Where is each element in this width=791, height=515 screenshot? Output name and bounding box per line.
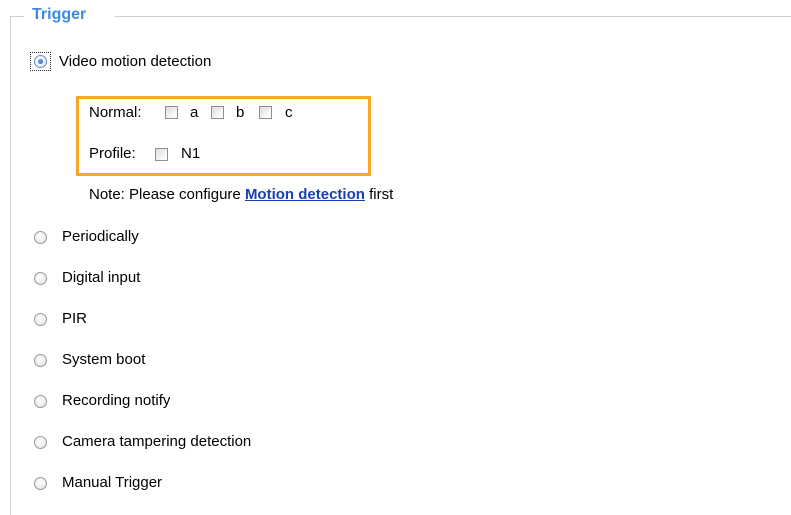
- checkbox-normal-a-label[interactable]: a: [190, 104, 198, 122]
- checkbox-normal-b[interactable]: [211, 106, 224, 119]
- checkbox-profile-n1[interactable]: [155, 148, 168, 161]
- radio-pir[interactable]: [34, 313, 47, 326]
- trigger-legend: Trigger: [32, 6, 87, 23]
- label-camera-tampering-detection[interactable]: Camera tampering detection: [62, 433, 251, 451]
- checkbox-profile-n1-label[interactable]: N1: [181, 145, 200, 163]
- fieldset-border-top-left: [10, 16, 24, 17]
- fieldset-border-left: [10, 16, 11, 515]
- radio-digital-input[interactable]: [34, 272, 47, 285]
- label-pir[interactable]: PIR: [62, 310, 87, 328]
- label-digital-input[interactable]: Digital input: [62, 269, 140, 287]
- radio-camera-tampering-detection[interactable]: [34, 436, 47, 449]
- radio-selected-dot: [38, 59, 43, 64]
- label-manual-trigger[interactable]: Manual Trigger: [62, 474, 162, 492]
- checkbox-normal-b-label[interactable]: b: [236, 104, 244, 122]
- label-recording-notify[interactable]: Recording notify: [62, 392, 170, 410]
- motion-note: Note: Please configure Motion detection …: [89, 186, 393, 204]
- label-periodically[interactable]: Periodically: [62, 228, 139, 246]
- radio-periodically[interactable]: [34, 231, 47, 244]
- motion-detection-link[interactable]: Motion detection: [245, 186, 365, 203]
- radio-system-boot[interactable]: [34, 354, 47, 367]
- fieldset-border-top-right: [115, 16, 791, 17]
- radio-manual-trigger[interactable]: [34, 477, 47, 490]
- normal-label: Normal:: [89, 104, 142, 121]
- trigger-panel: Trigger Video motion detection Normal: a…: [0, 0, 791, 515]
- radio-video-motion-detection[interactable]: [34, 55, 47, 68]
- checkbox-normal-c[interactable]: [259, 106, 272, 119]
- note-prefix: Note: Please configure: [89, 186, 241, 203]
- note-suffix: first: [369, 186, 394, 203]
- label-system-boot[interactable]: System boot: [62, 351, 145, 369]
- checkbox-normal-c-label[interactable]: c: [285, 104, 293, 122]
- radio-recording-notify[interactable]: [34, 395, 47, 408]
- checkbox-normal-a[interactable]: [165, 106, 178, 119]
- profile-label: Profile:: [89, 145, 136, 162]
- label-video-motion-detection[interactable]: Video motion detection: [59, 53, 211, 71]
